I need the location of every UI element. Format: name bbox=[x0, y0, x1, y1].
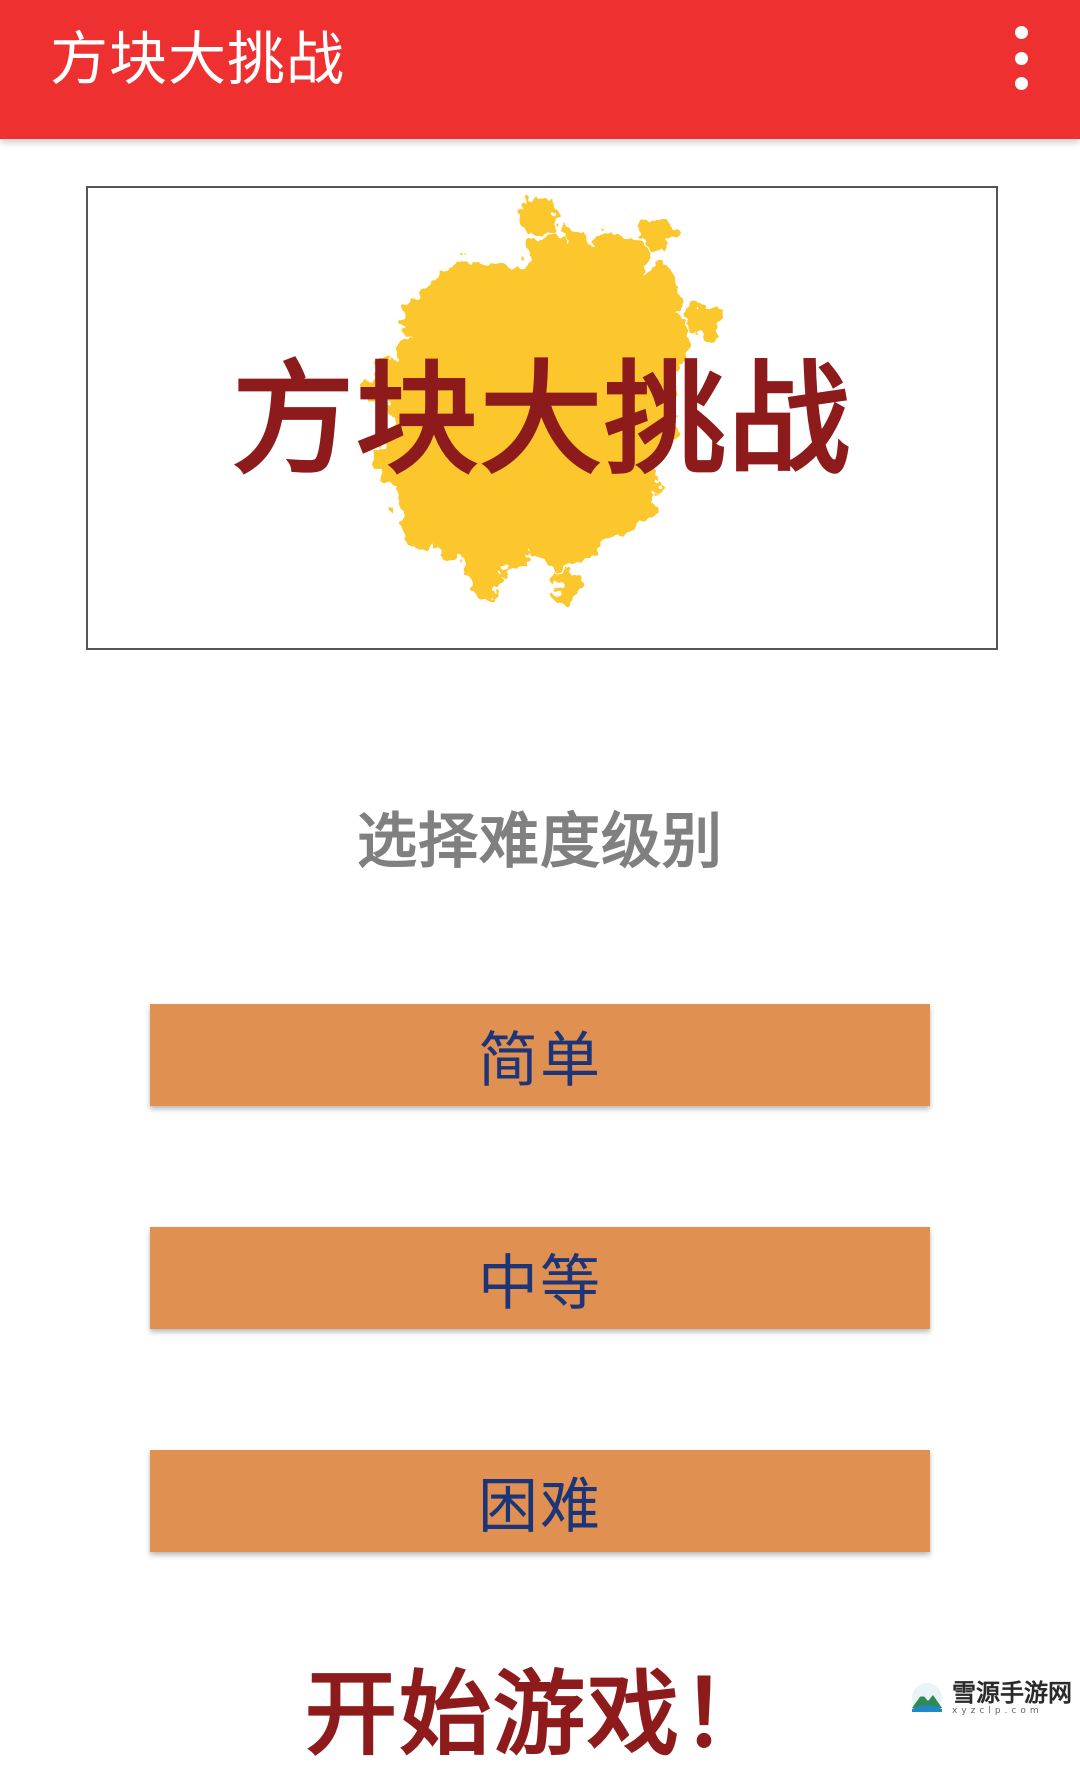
app-bar: 方块大挑战 bbox=[0, 0, 1080, 139]
easy-button[interactable]: 简单 bbox=[150, 1004, 930, 1106]
overflow-menu-icon-dot-3 bbox=[1014, 77, 1028, 90]
watermark: 雪源手游网 xyzclp.com bbox=[908, 1680, 1072, 1716]
medium-button[interactable]: 中等 bbox=[150, 1227, 930, 1329]
mountain-logo-icon bbox=[912, 1683, 942, 1713]
game-banner: 方块大挑战 bbox=[86, 186, 998, 650]
banner-title: 方块大挑战 bbox=[232, 349, 852, 491]
watermark-name: 雪源手游网 bbox=[952, 1678, 1072, 1707]
app-title: 方块大挑战 bbox=[50, 25, 346, 93]
overflow-menu-icon bbox=[1014, 26, 1028, 39]
watermark-url: xyzclp.com bbox=[952, 1706, 1043, 1716]
hard-button[interactable]: 困难 bbox=[150, 1450, 930, 1552]
difficulty-prompt: 选择难度级别 bbox=[357, 807, 723, 877]
overflow-menu-icon-dot-2 bbox=[1014, 51, 1028, 65]
overflow-menu-button[interactable] bbox=[996, 26, 1046, 90]
